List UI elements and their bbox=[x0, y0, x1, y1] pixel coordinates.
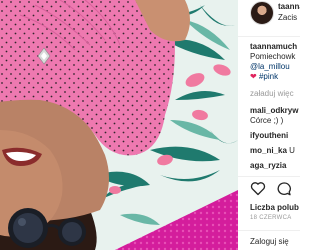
post-photo[interactable] bbox=[0, 0, 238, 250]
login-bar: Zaloguj się bbox=[238, 230, 300, 250]
comment-username[interactable]: aga_ryzia bbox=[250, 161, 300, 171]
caption-mention[interactable]: @la_millou bbox=[250, 62, 300, 72]
comment-bubble-icon[interactable] bbox=[276, 181, 292, 197]
photo-illustration bbox=[0, 0, 238, 250]
comment-text: Córce ;) ) bbox=[250, 116, 284, 125]
post-sidebar: taanna Zacis taannamuch Pomiechowk @la_m… bbox=[238, 0, 300, 250]
login-link[interactable]: Zaloguj się bbox=[250, 237, 289, 246]
comment-list: taannamuch Pomiechowk @la_millou ❤ #pink… bbox=[250, 42, 300, 171]
post-date: 18 CZERWCA bbox=[250, 215, 292, 221]
caption-username[interactable]: taannamuch bbox=[250, 42, 297, 51]
post-username[interactable]: taanna bbox=[278, 2, 300, 11]
load-more-comments-button[interactable]: załaduj więc bbox=[250, 89, 300, 99]
hashtag-pink[interactable]: #pink bbox=[259, 72, 278, 81]
comment-username[interactable]: ifyoutheni bbox=[250, 131, 300, 141]
caption: taannamuch bbox=[250, 42, 300, 52]
caption-text-line: Pomiechowk bbox=[250, 52, 296, 61]
post-actions bbox=[238, 176, 300, 199]
comment-item: mo_ni_ka U bbox=[250, 146, 300, 156]
heart-outline-icon[interactable] bbox=[250, 181, 266, 196]
likes-count[interactable]: Liczba polub bbox=[250, 203, 299, 212]
comment-username[interactable]: mali_odkryw bbox=[250, 106, 300, 116]
post-header: taanna Zacis bbox=[238, 0, 300, 37]
comment-username[interactable]: mo_ni_ka bbox=[250, 146, 287, 155]
heart-emoji-icon: ❤ bbox=[250, 72, 257, 81]
comment-text: U bbox=[289, 146, 295, 155]
avatar[interactable] bbox=[250, 1, 274, 25]
caption-hashtag-line: ❤ #pink bbox=[250, 72, 300, 82]
post-location[interactable]: Zacis bbox=[278, 13, 297, 22]
